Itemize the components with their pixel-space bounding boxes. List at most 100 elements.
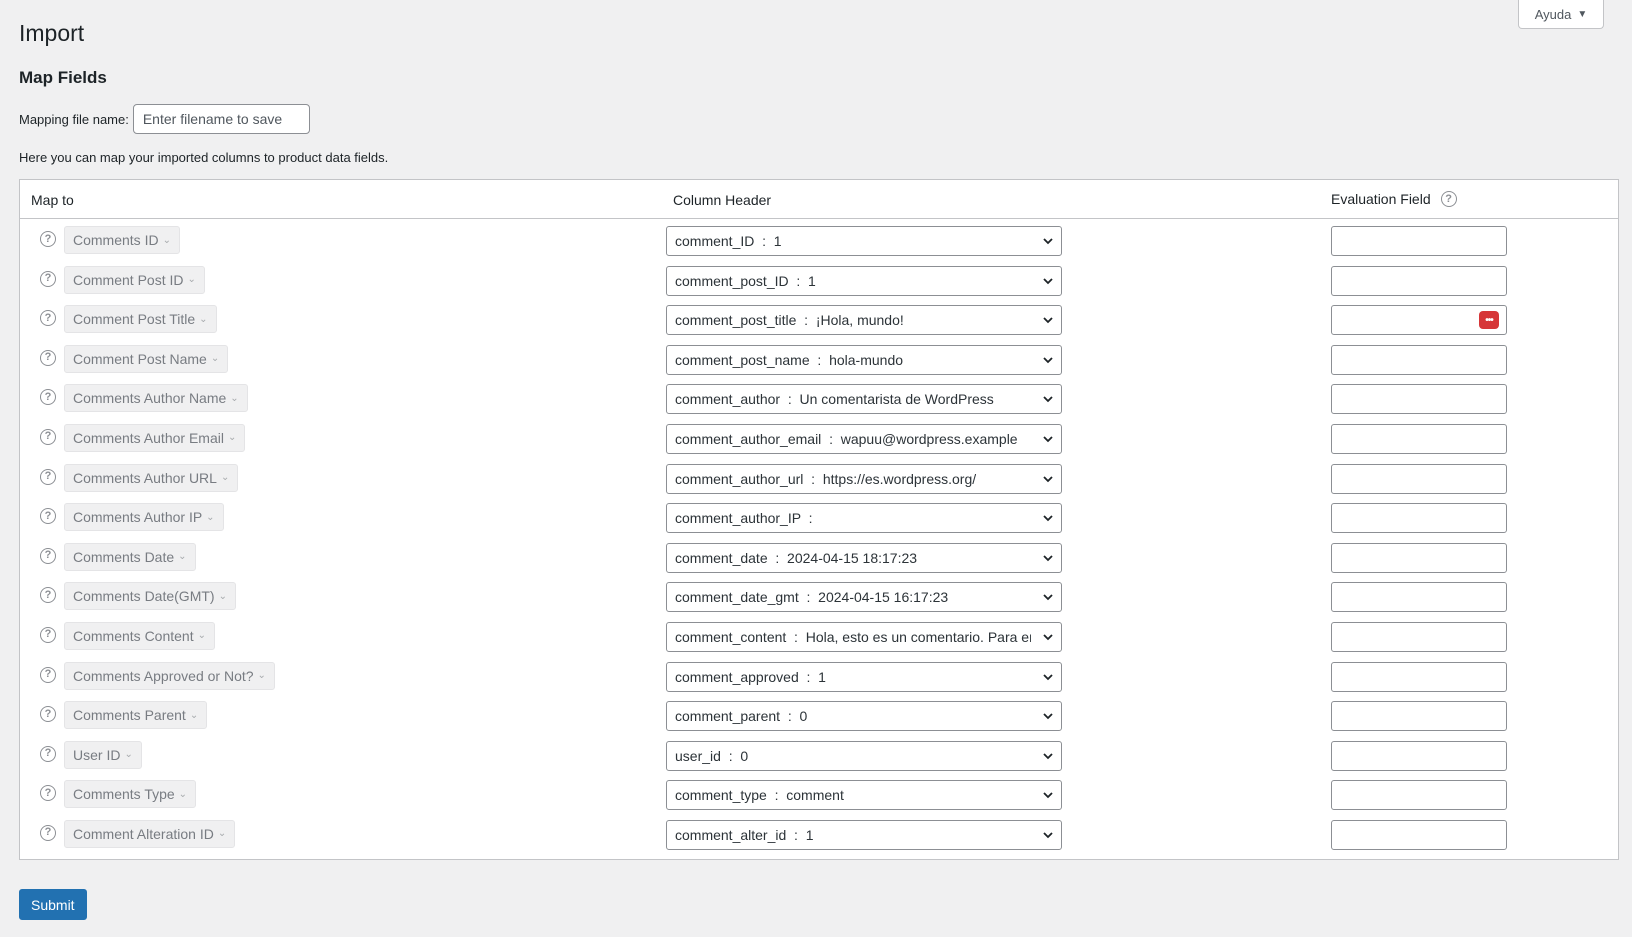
password-manager-icon[interactable]: ••• (1479, 311, 1499, 330)
column-header-select[interactable]: comment_post_title : ¡Hola, mundo! (666, 305, 1062, 336)
chevron-down-icon (1043, 317, 1053, 324)
field-select[interactable]: Comments Approved or Not? ⌄ (64, 661, 275, 690)
column-header-select[interactable]: comment_post_ID : 1 (666, 265, 1062, 296)
chevron-down-icon: ⌄ (178, 788, 188, 800)
field-select-label: Comments Author URL (73, 469, 217, 486)
evaluation-field-input[interactable] (1331, 384, 1507, 415)
submit-button[interactable]: Submit (19, 889, 87, 920)
help-icon[interactable]: ? (40, 310, 56, 327)
help-icon[interactable]: ? (40, 428, 56, 445)
field-select[interactable]: Comments Parent ⌄ (64, 701, 208, 730)
evaluation-field-input[interactable] (1331, 265, 1507, 296)
column-header-select[interactable]: comment_content : Hola, esto es un comen… (666, 621, 1062, 652)
table-row: ? Comments Approved or Not? ⌄ comment_appro… (20, 655, 1618, 695)
evaluation-field-input[interactable]: ••• (1331, 305, 1507, 336)
field-select[interactable]: Comments Author IP ⌄ (64, 503, 224, 532)
column-header-select[interactable]: comment_date : 2024-04-15 18:17:23 (666, 542, 1062, 573)
column-header-select[interactable]: comment_alter_id : 1 (666, 819, 1062, 850)
field-select-label: Comments Date (73, 548, 175, 565)
help-icon[interactable]: ? (40, 824, 56, 841)
evaluation-field-input[interactable] (1331, 226, 1507, 256)
column-header-select[interactable]: comment_author_email : wapuu@wordpress.e… (666, 423, 1062, 454)
evaluation-field-input[interactable] (1331, 463, 1507, 494)
evaluation-field-input[interactable] (1331, 542, 1507, 573)
column-header-value: comment_post_title : ¡Hola, mundo! (675, 312, 904, 329)
field-select[interactable]: Comment Alteration ID ⌄ (64, 819, 236, 848)
mapping-table: Map to Column Header Evaluation Field ? … (19, 179, 1619, 860)
field-select[interactable]: Comments ID ⌄ (64, 226, 180, 254)
evaluation-field-input[interactable] (1331, 701, 1507, 732)
field-select-label: Comment Alteration ID (73, 825, 214, 842)
column-header-select[interactable]: comment_parent : 0 (666, 701, 1062, 732)
field-select[interactable]: Comments Content ⌄ (64, 621, 215, 650)
help-tab-label: Ayuda (1534, 6, 1572, 22)
mapping-filename-input[interactable] (132, 104, 310, 134)
table-body: ? Comments ID ⌄ comment_ID : 1? Comment Post… (20, 219, 1618, 853)
evaluation-field-input[interactable] (1331, 582, 1507, 613)
field-select[interactable]: Comments Author Name ⌄ (64, 384, 248, 413)
field-select-label: Comments Type (73, 786, 175, 803)
help-icon[interactable]: ? (40, 785, 56, 802)
help-icon[interactable]: ? (40, 587, 56, 604)
column-header-select[interactable]: comment_author_IP : (666, 503, 1062, 534)
help-icon[interactable]: ? (40, 666, 56, 683)
evaluation-field-input[interactable] (1331, 740, 1507, 771)
help-icon[interactable]: ? (40, 547, 56, 564)
help-tab[interactable]: Ayuda ▼ (1518, 0, 1604, 29)
column-header-select[interactable]: comment_date_gmt : 2024-04-15 16:17:23 (666, 582, 1062, 613)
field-select-label: Comment Post Title (73, 311, 196, 328)
field-select[interactable]: Comments Type ⌄ (64, 780, 197, 809)
help-icon[interactable]: ? (40, 706, 56, 723)
evaluation-field-input[interactable] (1331, 819, 1507, 850)
help-icon[interactable]: ? (40, 508, 56, 525)
evaluation-field-input[interactable] (1331, 780, 1507, 811)
help-icon[interactable]: ? (40, 745, 56, 762)
help-icon[interactable]: ? (40, 349, 56, 366)
help-icon[interactable]: ? (40, 270, 56, 287)
help-icon[interactable]: ? (1440, 191, 1457, 207)
help-icon[interactable]: ? (40, 626, 56, 643)
page-title: Import (19, 20, 85, 46)
field-select[interactable]: Comment Post Title ⌄ (64, 305, 217, 334)
evaluation-field-input[interactable] (1331, 423, 1507, 454)
chevron-down-icon: ⌄ (189, 709, 199, 721)
section-title: Map Fields (19, 68, 107, 87)
chevron-down-icon (1043, 515, 1053, 522)
chevron-down-icon (1043, 594, 1053, 601)
evaluation-field-input[interactable] (1331, 661, 1507, 692)
field-select[interactable]: Comment Post ID ⌄ (64, 265, 205, 294)
field-select-label: Comments Content (73, 627, 194, 644)
table-row: ? Comments Author URL ⌄ comment_author_url … (20, 457, 1618, 497)
field-select[interactable]: Comment Post Name ⌄ (64, 344, 229, 373)
evaluation-field-input[interactable] (1331, 344, 1507, 375)
field-select[interactable]: Comments Author Email ⌄ (64, 423, 246, 452)
column-header-select[interactable]: comment_approved : 1 (666, 661, 1062, 692)
help-icon[interactable]: ? (40, 389, 56, 406)
field-select[interactable]: Comments Date(GMT) ⌄ (64, 582, 236, 611)
chevron-down-icon: ⌄ (124, 749, 133, 761)
column-header-select[interactable]: comment_type : comment (666, 780, 1062, 811)
help-icon[interactable]: ? (40, 231, 56, 247)
column-header-value: comment_parent : 0 (675, 708, 808, 725)
chevron-down-icon: ⌄ (210, 353, 220, 365)
header-map-to: Map to (31, 192, 74, 208)
field-select-label: Comments ID (73, 232, 159, 248)
column-header-select[interactable]: comment_ID : 1 (666, 226, 1062, 256)
chevron-down-icon: ⌄ (206, 511, 215, 523)
field-select[interactable]: User ID ⌄ (64, 740, 142, 769)
column-header-select[interactable]: comment_post_name : hola-mundo (666, 344, 1062, 375)
help-icon[interactable]: ? (40, 468, 56, 485)
column-header-value: comment_author_url : https://es.wordpres… (675, 470, 977, 487)
column-header-select[interactable]: user_id : 0 (666, 740, 1062, 771)
column-header-select[interactable]: comment_author_url : https://es.wordpres… (666, 463, 1062, 494)
field-select[interactable]: Comments Author URL ⌄ (64, 463, 239, 492)
column-header-value: comment_post_ID : 1 (675, 272, 816, 289)
column-header-value: user_id : 0 (675, 747, 749, 764)
evaluation-field-input[interactable] (1331, 503, 1507, 534)
chevron-down-icon: ⌄ (218, 590, 227, 602)
column-header-select[interactable]: comment_author : Un comentarista de Word… (666, 384, 1062, 415)
field-select[interactable]: Comments Date ⌄ (64, 542, 196, 571)
evaluation-field-input[interactable] (1331, 621, 1507, 652)
caret-down-icon: ▼ (1577, 8, 1588, 20)
table-row: ? Comments Author Email ⌄ comment_author_em… (20, 417, 1618, 457)
